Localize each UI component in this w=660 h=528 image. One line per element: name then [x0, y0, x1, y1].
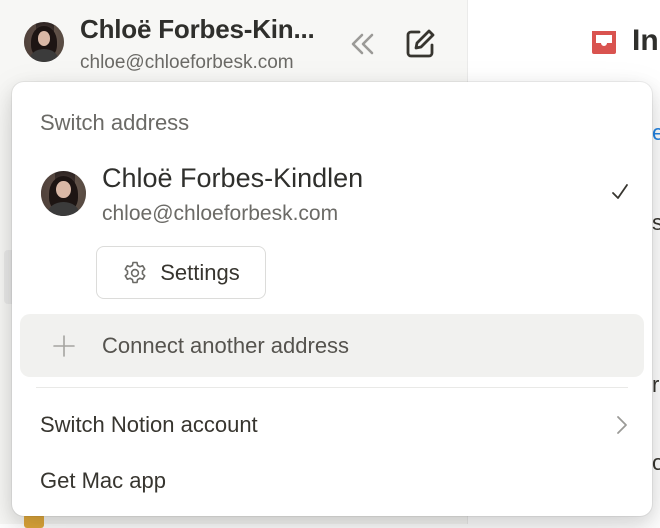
compose-icon: [406, 29, 435, 58]
avatar: [24, 22, 64, 62]
gear-icon: [124, 261, 146, 283]
switch-address-menu: Switch address Chloë Forbes-Kindlen chlo…: [12, 82, 652, 516]
peek-text: r: [652, 372, 660, 397]
account-row-email: chloe@chloeforbesk.com: [102, 202, 339, 225]
page-header: In: [588, 24, 659, 58]
peek-text: s: [652, 210, 660, 235]
connect-another-address-button[interactable]: Connect another address: [20, 314, 644, 377]
compose-button[interactable]: [402, 26, 438, 62]
collapse-sidebar-button[interactable]: [344, 26, 380, 62]
plus-icon: [53, 335, 75, 357]
settings-label: Settings: [160, 259, 240, 285]
section-title: Switch address: [40, 110, 190, 135]
account-row-name: Chloë Forbes-Kindlen: [102, 163, 364, 193]
check-icon: [612, 184, 628, 199]
peek-text: e: [652, 120, 660, 145]
divider: [36, 387, 628, 388]
peek-text: or: [652, 450, 660, 475]
folder-icon: [24, 514, 44, 528]
switch-account-label: Switch Notion account: [40, 412, 258, 437]
settings-button[interactable]: Settings: [96, 246, 266, 299]
page-title: In: [632, 24, 659, 57]
sidebar-header[interactable]: Chloë Forbes-Kin... chloe@chloeforbesk.c…: [0, 0, 467, 82]
account-name: Chloë Forbes-Kin...: [80, 14, 315, 44]
chevron-right-icon: [617, 416, 627, 434]
avatar: [41, 171, 86, 216]
account-email: chloe@chloeforbesk.com: [80, 52, 294, 73]
connect-label: Connect another address: [102, 333, 350, 358]
get-mac-app-item[interactable]: Get Mac app: [40, 468, 166, 494]
inbox-icon: [592, 31, 616, 54]
collapse-sidebar-icon: [351, 33, 374, 55]
